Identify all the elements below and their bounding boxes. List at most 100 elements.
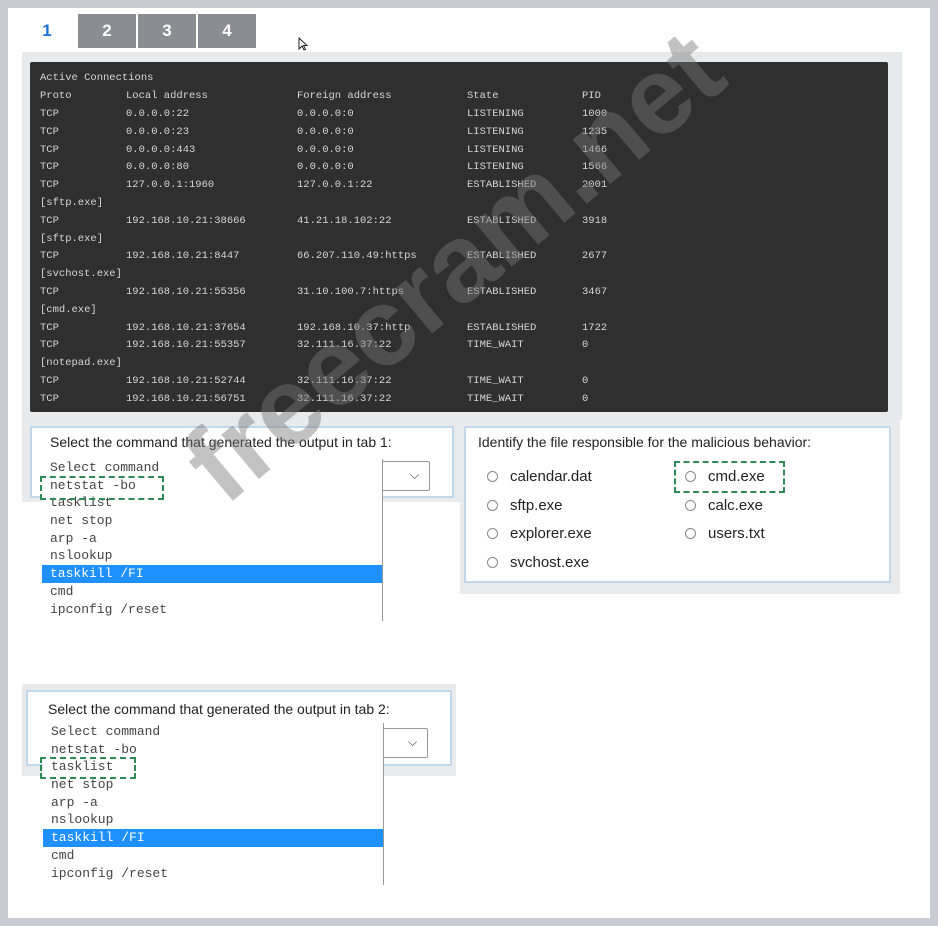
connection-pid: 1722: [582, 321, 608, 334]
connection-foreign: 32.111.16.37:22: [297, 392, 392, 405]
radio-option[interactable]: explorer.exe: [487, 525, 592, 542]
radio-circle-icon[interactable]: [685, 528, 696, 540]
question3-options-list[interactable]: Select command netstat -bo tasklist net sto…: [43, 723, 384, 885]
terminal-process-line: [sftp.exe]: [40, 197, 104, 209]
connection-state: ESTABLISHED: [467, 179, 537, 192]
column-header: State: [467, 90, 499, 102]
dropdown-option[interactable]: nslookup: [42, 547, 382, 565]
radio-option[interactable]: calendar.dat: [487, 468, 592, 485]
connection-state: TIME_WAIT: [467, 392, 524, 405]
dropdown-option[interactable]: tasklist: [42, 494, 382, 512]
connection-local: 192.168.10.21:56751: [126, 392, 246, 405]
column-header: Foreign address: [297, 90, 392, 102]
tab-1[interactable]: 1: [18, 14, 76, 48]
question1-options-list[interactable]: Select command netstat -bo tasklist net sto…: [42, 459, 383, 621]
dropdown-option[interactable]: nslookup: [43, 811, 383, 829]
dropdown-option[interactable]: arp -a: [42, 530, 382, 548]
radio-circle-icon[interactable]: [685, 499, 696, 511]
connection-foreign: 32.111.16.37:22: [297, 375, 392, 387]
question1-select[interactable]: [380, 461, 430, 491]
radio-circle-icon[interactable]: [685, 471, 696, 482]
radio-circle-icon[interactable]: [487, 499, 498, 511]
dropdown-option[interactable]: tasklist: [43, 758, 383, 776]
connection-local: 192.168.10.21:55356: [126, 286, 246, 298]
radio-label: cmd.exe: [708, 468, 765, 485]
column-header: Proto: [40, 90, 72, 102]
radio-circle-icon[interactable]: [487, 471, 498, 482]
connection-foreign: 31.10.100.7:https: [297, 286, 405, 298]
terminal-process-line: [notepad.exe]: [40, 357, 122, 370]
connection-proto: TCP: [40, 321, 59, 334]
tab-2[interactable]: 2: [78, 14, 136, 48]
dropdown-option[interactable]: net stop: [42, 512, 382, 530]
radio-label: calendar.dat: [510, 468, 592, 485]
connection-proto: TCP: [40, 161, 59, 174]
radio-label: sftp.exe: [510, 496, 563, 514]
dropdown-option[interactable]: taskkill /FI: [43, 829, 383, 847]
dropdown-option[interactable]: netstat -bo: [42, 477, 382, 495]
connection-proto: TCP: [40, 375, 59, 387]
connection-state: TIME_WAIT: [467, 375, 524, 387]
connection-proto: TCP: [40, 339, 59, 352]
radio-option[interactable]: sftp.exe: [487, 497, 563, 514]
tab-label: 2: [102, 21, 112, 40]
connection-pid: 2677: [582, 250, 608, 263]
terminal-heading: Active Connections: [40, 72, 154, 84]
connection-proto: TCP: [40, 179, 59, 192]
tab-4[interactable]: 4: [198, 14, 256, 48]
connection-local: 0.0.0.0:22: [126, 108, 190, 120]
tab-label: 4: [222, 21, 232, 40]
terminal-process-line: [sftp.exe]: [40, 232, 104, 245]
radio-label: svchost.exe: [510, 554, 590, 572]
connection-pid: 3467: [582, 286, 608, 298]
radio-circle-icon[interactable]: [487, 528, 498, 540]
connection-pid: 3918: [582, 214, 608, 227]
question1-prompt: Select the command that generated the ou…: [50, 434, 392, 450]
radio-option[interactable]: users.txt: [685, 525, 765, 542]
dropdown-option[interactable]: Select command: [43, 723, 383, 741]
radio-circle-icon[interactable]: [487, 557, 498, 569]
radio-option[interactable]: svchost.exe: [487, 554, 589, 571]
dropdown-option[interactable]: ipconfig /reset: [43, 865, 383, 883]
radio-label: explorer.exe: [510, 525, 592, 543]
dropdown-option[interactable]: Select command: [42, 459, 382, 477]
radio-option[interactable]: calc.exe: [685, 497, 763, 514]
connection-foreign: 192.168.10.37:http: [297, 321, 411, 334]
connection-state: ESTABLISHED: [467, 286, 537, 298]
connection-local: 192.168.10.21:37654: [126, 321, 246, 334]
connection-foreign: 127.0.0.1:22: [297, 179, 373, 192]
connection-state: LISTENING: [467, 161, 524, 174]
chevron-down-icon: ⌵: [408, 735, 418, 749]
connection-local: 192.168.10.21:55357: [126, 339, 246, 352]
question3-select[interactable]: [380, 728, 428, 758]
connection-foreign: 32.111.16.37:22: [297, 339, 392, 352]
dropdown-option[interactable]: net stop: [43, 776, 383, 794]
dropdown-option[interactable]: arp -a: [43, 794, 383, 812]
dropdown-option[interactable]: netstat -bo: [43, 741, 383, 759]
dropdown-option[interactable]: cmd: [42, 583, 382, 601]
terminal-output: Active Connections Proto Local address F…: [30, 62, 888, 412]
question3-prompt: Select the command that generated the ou…: [48, 701, 390, 717]
connection-state: LISTENING: [467, 108, 524, 120]
connection-local: 192.168.10.21:8447: [126, 250, 240, 263]
tab-label: 1: [42, 21, 52, 40]
radio-option[interactable]: cmd.exe: [685, 468, 765, 485]
connection-pid: 1566: [582, 161, 608, 174]
connection-pid: 1000: [582, 108, 608, 120]
radio-label: calc.exe: [708, 496, 764, 514]
connection-state: ESTABLISHED: [467, 250, 537, 263]
dropdown-option[interactable]: taskkill /FI: [42, 565, 382, 583]
connection-local: 127.0.0.1:1960: [126, 179, 215, 192]
connection-proto: TCP: [40, 125, 59, 138]
tab-3[interactable]: 3: [138, 14, 196, 48]
connection-foreign: 0.0.0.0:0: [297, 125, 354, 138]
connection-foreign: 0.0.0.0:0: [297, 143, 354, 156]
connection-foreign: 0.0.0.0:0: [297, 108, 354, 120]
connection-local: 192.168.10.21:52744: [126, 375, 246, 387]
dropdown-option[interactable]: ipconfig /reset: [42, 601, 382, 619]
connection-pid: 1235: [582, 125, 608, 138]
dropdown-option[interactable]: cmd: [43, 847, 383, 865]
connection-foreign: 0.0.0.0:0: [297, 161, 354, 174]
connection-proto: TCP: [40, 214, 59, 227]
column-header: PID: [582, 90, 601, 102]
